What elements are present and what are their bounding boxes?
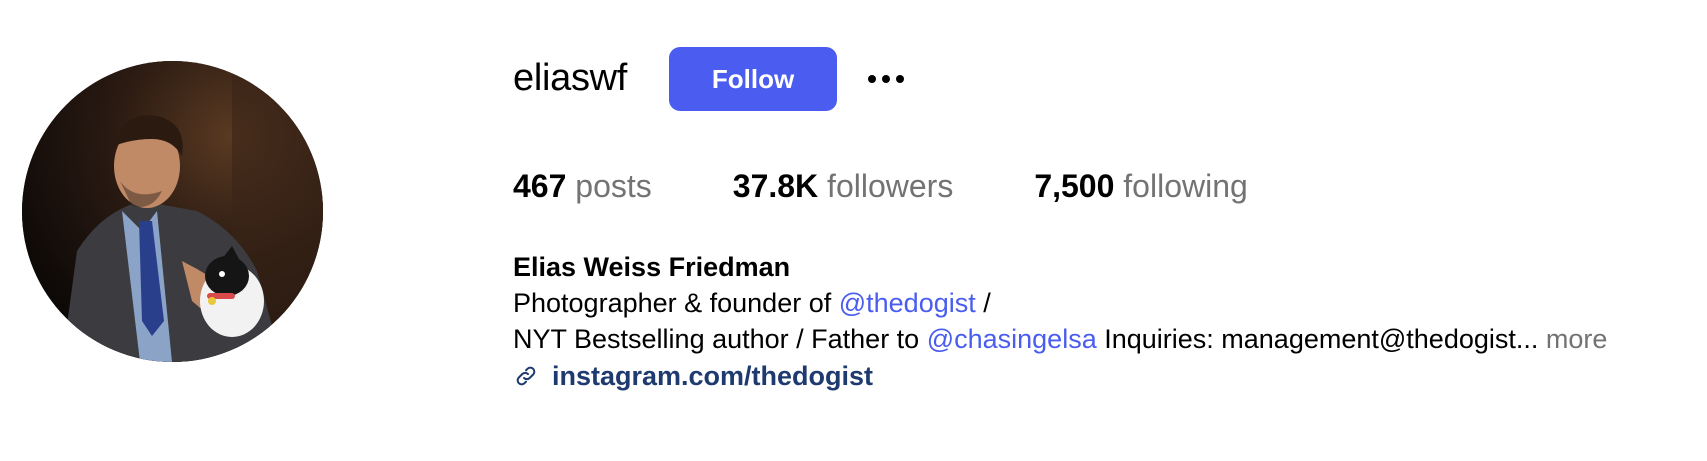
followers-label: followers xyxy=(827,168,954,204)
profile-header-row: eliaswf Follow xyxy=(513,47,909,111)
followers-stat[interactable]: 37.8K followers xyxy=(733,168,954,205)
mention-thedogist[interactable]: @thedogist xyxy=(839,288,976,318)
posts-count: 467 xyxy=(513,168,567,204)
dot xyxy=(882,75,891,83)
bio-external-link[interactable]: instagram.com/thedogist xyxy=(552,358,873,394)
following-count: 7,500 xyxy=(1034,168,1115,204)
bio-more-button[interactable]: more xyxy=(1546,324,1608,354)
follow-button[interactable]: Follow xyxy=(669,47,838,111)
profile-bio: Elias Weiss Friedman Photographer & foun… xyxy=(513,249,1607,394)
following-label: following xyxy=(1123,168,1248,204)
avatar-photo xyxy=(22,61,323,362)
bio-line-2-text: NYT Bestselling author / Father to xyxy=(513,324,927,354)
bio-line-1: Photographer & founder of @thedogist / xyxy=(513,285,1607,321)
bio-line-2-suffix: Inquiries: management@thedogist... xyxy=(1096,324,1539,354)
bio-line-1-text: Photographer & founder of xyxy=(513,288,839,318)
bio-link-row[interactable]: instagram.com/thedogist xyxy=(513,358,1607,394)
bio-line-2: NYT Bestselling author / Father to @chas… xyxy=(513,321,1607,357)
profile-info: eliaswf Follow 467 posts 37.8K followers… xyxy=(513,0,1707,461)
bio-line-1-suffix: / xyxy=(975,288,991,318)
link-icon xyxy=(516,366,536,386)
mention-chasingelsa[interactable]: @chasingelsa xyxy=(927,324,1097,354)
posts-label: posts xyxy=(575,168,652,204)
profile-avatar[interactable] xyxy=(22,61,323,362)
username: eliaswf xyxy=(513,56,628,99)
following-stat[interactable]: 7,500 following xyxy=(1034,168,1247,205)
full-name: Elias Weiss Friedman xyxy=(513,252,791,282)
followers-count: 37.8K xyxy=(732,168,819,204)
posts-stat: 467 posts xyxy=(513,168,652,205)
dot xyxy=(896,75,905,83)
profile-stats: 467 posts 37.8K followers 7,500 followin… xyxy=(513,168,1329,205)
dot xyxy=(868,75,877,83)
ellipsis-icon[interactable] xyxy=(863,59,909,99)
